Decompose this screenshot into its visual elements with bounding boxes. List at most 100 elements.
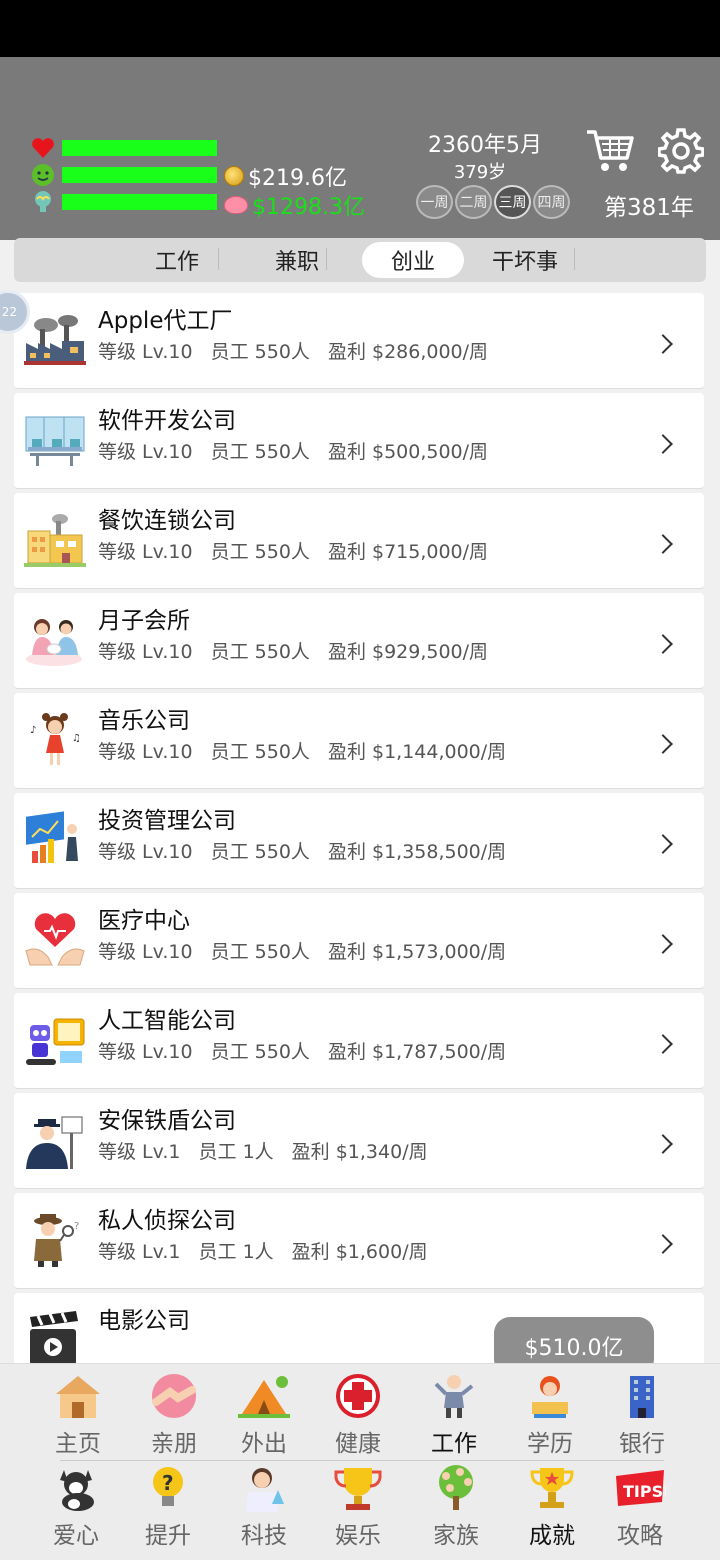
- money-value: $219.6亿: [248, 166, 347, 191]
- company-name: 餐饮连锁公司: [98, 508, 236, 534]
- nav-label: 攻略: [617, 1523, 663, 1549]
- chevron-right-icon: [653, 1034, 673, 1054]
- company-staff: 员工 550人: [210, 1041, 310, 1063]
- tab-work[interactable]: 工作: [132, 242, 222, 278]
- chevron-right-icon: [653, 834, 673, 854]
- list-item[interactable]: 医疗中心 等级 Lv.10 员工 550人 盈利 $1,573,000/周: [14, 893, 704, 989]
- nav-item-friends[interactable]: 亲朋: [134, 1372, 214, 1458]
- handshake-icon: [152, 1374, 196, 1418]
- list-item[interactable]: 月子会所 等级 Lv.10 员工 550人 盈利 $929,500/周: [14, 593, 704, 689]
- week-3-button[interactable]: 三周: [494, 185, 531, 219]
- tab-divider: [326, 248, 327, 270]
- nav-item-charity[interactable]: 爱心: [36, 1464, 116, 1550]
- game-date: 2360年5月: [428, 133, 542, 158]
- tab-startup[interactable]: 创业: [362, 242, 464, 278]
- company-stats: 等级 Lv.10 员工 550人 盈利 $929,500/周: [98, 637, 506, 664]
- tab-parttime[interactable]: 兼职: [252, 242, 342, 278]
- chevron-right-icon: [653, 334, 673, 354]
- company-name: 医疗中心: [98, 908, 190, 934]
- company-profit: 盈利 $1,144,000/周: [327, 741, 507, 763]
- company-name: 月子会所: [98, 608, 190, 634]
- tab-mischief[interactable]: 干坏事: [480, 242, 570, 278]
- company-profit: 盈利 $1,573,000/周: [327, 941, 507, 963]
- company-name: 私人侦探公司: [98, 1208, 236, 1234]
- nav-divider: [60, 1460, 664, 1461]
- gear-icon[interactable]: [657, 128, 705, 174]
- svg-text:?: ?: [74, 1221, 79, 1232]
- heart-hands-icon: [25, 913, 85, 966]
- tips-icon: TIPS!: [616, 1470, 666, 1506]
- company-staff: 员工 550人: [210, 641, 310, 663]
- nav-item-achievements[interactable]: 成就: [512, 1464, 592, 1550]
- nav-item-health[interactable]: 健康: [318, 1372, 398, 1458]
- company-name: 投资管理公司: [98, 808, 236, 834]
- health-bar: [62, 140, 217, 156]
- list-item[interactable]: 人工智能公司 等级 Lv.10 员工 550人 盈利 $1,787,500/周: [14, 993, 704, 1089]
- nav-label: 主页: [55, 1431, 101, 1457]
- company-name: 电影公司: [98, 1308, 190, 1334]
- nav-item-tech[interactable]: 科技: [224, 1464, 304, 1550]
- nav-item-education[interactable]: 学历: [510, 1372, 590, 1458]
- company-staff: 员工 550人: [210, 841, 310, 863]
- chevron-right-icon: [653, 734, 673, 754]
- piggy-bank-icon: [224, 196, 248, 214]
- category-tabs: 工作 兼职 创业 干坏事: [14, 238, 706, 282]
- list-item[interactable]: 餐饮连锁公司 等级 Lv.10 员工 550人 盈利 $715,000/周: [14, 493, 704, 589]
- company-name: 软件开发公司: [98, 408, 236, 434]
- company-profit: 盈利 $929,500/周: [327, 641, 489, 663]
- nav-item-outing[interactable]: 外出: [224, 1372, 304, 1458]
- dog-icon: [60, 1470, 94, 1511]
- list-item[interactable]: 安保铁盾公司 等级 Lv.1 员工 1人 盈利 $1,340/周: [14, 1093, 704, 1189]
- nav-label: 学历: [527, 1431, 573, 1457]
- security-guard-icon: [26, 1116, 83, 1169]
- company-stats: 等级 Lv.10 员工 550人 盈利 $715,000/周: [98, 537, 506, 564]
- nav-item-work[interactable]: 工作: [414, 1372, 494, 1458]
- company-profit: 盈利 $715,000/周: [327, 541, 489, 563]
- player-age: 379岁: [453, 162, 507, 183]
- company-stats: 等级 Lv.1 员工 1人 盈利 $1,600/周: [98, 1237, 446, 1264]
- week-1-button[interactable]: 一周: [416, 185, 453, 219]
- nav-label: 银行: [619, 1431, 665, 1457]
- list-item[interactable]: ♪ ♫ 音乐公司 等级 Lv.10 员工 550人 盈利 $1,144,000/周: [14, 693, 704, 789]
- list-item[interactable]: Apple代工厂 等级 Lv.10 员工 550人 盈利 $286,000/周: [14, 293, 704, 389]
- company-level: 等级 Lv.10: [98, 941, 193, 963]
- nav-item-guide[interactable]: TIPS! 攻略: [600, 1464, 680, 1550]
- bank-icon: [630, 1376, 654, 1418]
- student-icon: [532, 1376, 568, 1418]
- nav-item-home[interactable]: 主页: [38, 1372, 118, 1458]
- week-4-button[interactable]: 四周: [533, 185, 570, 219]
- nav-label: 爱心: [53, 1523, 99, 1549]
- health-bar-row: [30, 136, 217, 160]
- company-staff: 员工 550人: [210, 341, 310, 363]
- tent-icon: [238, 1376, 290, 1418]
- company-staff: 员工 1人: [198, 1141, 274, 1163]
- chevron-right-icon: [653, 434, 673, 454]
- nav-item-improve[interactable]: ? 提升: [128, 1464, 208, 1550]
- chevron-right-icon: [653, 634, 673, 654]
- list-item[interactable]: ? 私人侦探公司 等级 Lv.1 员工 1人 盈利 $1,600/周: [14, 1193, 704, 1289]
- nav-item-family[interactable]: 家族: [416, 1464, 496, 1550]
- svg-text:?: ?: [162, 1471, 174, 1495]
- company-level: 等级 Lv.10: [98, 841, 193, 863]
- factory-icon: [24, 315, 86, 365]
- cart-icon[interactable]: [585, 126, 635, 176]
- company-staff: 员工 550人: [210, 741, 310, 763]
- year-counter: 第381年: [604, 195, 694, 221]
- tab-divider: [218, 248, 219, 270]
- nav-item-entertainment[interactable]: 娱乐: [318, 1464, 398, 1550]
- nav-item-bank[interactable]: 银行: [602, 1372, 682, 1458]
- week-2-button[interactable]: 二周: [455, 185, 492, 219]
- chevron-right-icon: [653, 1134, 673, 1154]
- smiley-icon: [30, 163, 56, 187]
- nav-label: 娱乐: [335, 1523, 381, 1549]
- company-stats: 等级 Lv.10 员工 550人 盈利 $1,358,500/周: [98, 837, 524, 864]
- detective-icon: ?: [34, 1214, 79, 1267]
- list-item[interactable]: 软件开发公司 等级 Lv.10 员工 550人 盈利 $500,500/周: [14, 393, 704, 489]
- company-name: 人工智能公司: [98, 1008, 236, 1034]
- coin-icon: [224, 166, 244, 186]
- home-icon: [56, 1376, 100, 1418]
- company-stats: 等级 Lv.10 员工 550人 盈利 $500,500/周: [98, 437, 506, 464]
- company-level: 等级 Lv.1: [98, 1141, 181, 1163]
- list-item[interactable]: 投资管理公司 等级 Lv.10 员工 550人 盈利 $1,358,500/周: [14, 793, 704, 889]
- company-name: Apple代工厂: [98, 308, 233, 334]
